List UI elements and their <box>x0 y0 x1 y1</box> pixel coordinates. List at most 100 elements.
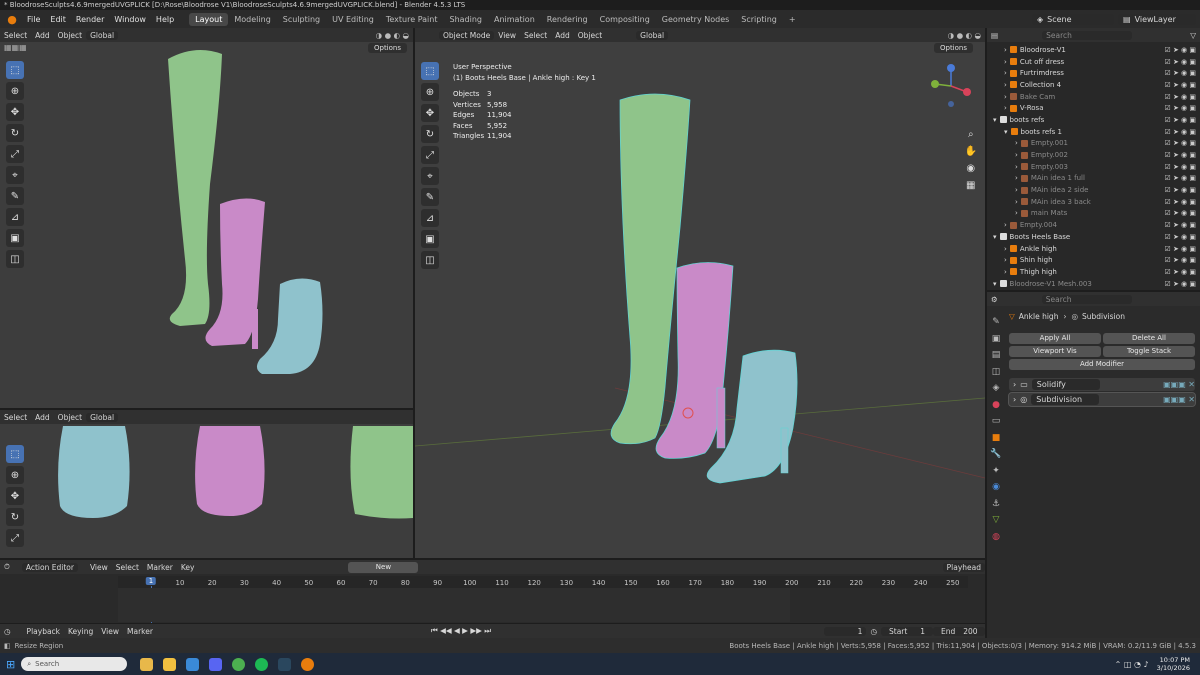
physics-tab-icon[interactable]: ◉ <box>989 479 1003 496</box>
visibility-toggles-icon[interactable]: ☑ ➤ ◉ ▣ <box>1164 186 1196 194</box>
output-tab-icon[interactable]: ▤ <box>989 347 1003 364</box>
constraints-tab-icon[interactable]: ⚓ <box>989 496 1003 513</box>
outliner-row[interactable]: › Collection 4 ☑ ➤ ◉ ▣ <box>987 79 1200 91</box>
menu-render[interactable]: Render <box>71 15 109 24</box>
properties-editor-icon[interactable]: ⚙ <box>987 295 1002 304</box>
scene-tab-icon[interactable]: ◈ <box>989 380 1003 397</box>
view-layer-tab-icon[interactable]: ◫ <box>989 364 1003 381</box>
expand-arrow-icon[interactable]: › <box>1004 46 1007 54</box>
discord-icon[interactable] <box>209 657 223 671</box>
outliner-row[interactable]: › MAin idea 2 side ☑ ➤ ◉ ▣ <box>987 184 1200 196</box>
tab-texture-paint[interactable]: Texture Paint <box>380 13 444 26</box>
tab-modeling[interactable]: Modeling <box>228 13 276 26</box>
collection-tab-icon[interactable]: ▭ <box>989 413 1003 430</box>
outliner-row[interactable]: › Empty.002 ☑ ➤ ◉ ▣ <box>987 149 1200 161</box>
expand-arrow-icon[interactable]: › <box>1004 256 1007 264</box>
outliner-row[interactable]: › Bake Cam ☑ ➤ ◉ ▣ <box>987 91 1200 103</box>
start-frame-field[interactable]: Start 1 <box>881 626 933 636</box>
expand-arrow-icon[interactable]: › <box>1015 139 1018 147</box>
windows-start-icon[interactable]: ⊞ <box>6 658 15 671</box>
tab-scripting[interactable]: Scripting <box>735 13 783 26</box>
viewport-add-menu-bottom[interactable]: Add <box>31 413 54 422</box>
scale-tool-icon[interactable]: ⤢ <box>6 145 24 163</box>
visibility-toggles-icon[interactable]: ☑ ➤ ◉ ▣ <box>1164 81 1196 89</box>
shear-tool-icon[interactable]: ◫ <box>6 250 24 268</box>
expand-arrow-icon[interactable]: › <box>1015 198 1018 206</box>
outliner-row[interactable]: ▾ Boots Heels Base ☑ ➤ ◉ ▣ <box>987 231 1200 243</box>
viewport-object-menu[interactable]: Object <box>54 31 86 40</box>
current-frame-field[interactable]: 1 <box>824 626 867 636</box>
outliner-row[interactable]: › Shin high ☑ ➤ ◉ ▣ <box>987 254 1200 266</box>
expand-arrow-icon[interactable]: ▾ <box>993 116 997 124</box>
viewport-bottom-left[interactable]: Select Add Object Global Options ⬚ ⊕ ✥ ↻… <box>0 410 413 558</box>
taskbar-search[interactable]: ⌕ Search <box>21 657 128 671</box>
viewport-add-menu[interactable]: Add <box>31 31 54 40</box>
toggle-stack-button[interactable]: Toggle Stack <box>1103 346 1195 357</box>
menu-window[interactable]: Window <box>109 15 151 24</box>
viewport-select-menu-bottom[interactable]: Select <box>0 413 31 422</box>
visibility-toggles-icon[interactable]: ☑ ➤ ◉ ▣ <box>1164 93 1196 101</box>
clock[interactable]: 10:07 PM 3/10/2026 <box>1157 656 1190 672</box>
steam-icon[interactable] <box>278 657 292 671</box>
new-action-button[interactable]: New <box>348 561 419 573</box>
outliner-row[interactable]: › Ankle high ☑ ➤ ◉ ▣ <box>987 242 1200 255</box>
options-button[interactable]: Options <box>367 43 407 53</box>
stopwatch-icon[interactable]: ◷ <box>866 627 881 636</box>
cursor-tool-icon[interactable]: ⊕ <box>6 82 24 100</box>
move-tool-icon-bottom[interactable]: ✥ <box>6 487 24 505</box>
transform-tool-icon[interactable]: ⌖ <box>6 166 24 184</box>
expand-arrow-icon[interactable]: › <box>1013 380 1016 389</box>
subdivision-name[interactable]: Subdivision <box>1031 394 1100 405</box>
outliner-row[interactable]: ▾ boots refs 1 ☑ ➤ ◉ ▣ <box>987 125 1200 138</box>
chrome-icon[interactable] <box>232 657 246 671</box>
visibility-toggles-icon[interactable]: ☑ ➤ ◉ ▣ <box>1164 151 1196 159</box>
outliner-row[interactable]: › Cut off dress ☑ ➤ ◉ ▣ <box>987 55 1200 68</box>
select-box-icon[interactable]: ▦▦▦ <box>4 43 27 52</box>
modifier-subdivision[interactable]: › ◎ Subdivision ▣▣▣ ✕ <box>1008 392 1196 407</box>
measure-tool-icon[interactable]: ⊿ <box>6 208 24 226</box>
expand-arrow-icon[interactable]: › <box>1004 221 1007 229</box>
tab-geometry-nodes[interactable]: Geometry Nodes <box>656 13 735 26</box>
visibility-toggles-icon[interactable]: ☑ ➤ ◉ ▣ <box>1164 104 1196 112</box>
ae-select-menu[interactable]: Select <box>112 563 143 572</box>
timeline-marker-menu[interactable]: Marker <box>123 627 157 636</box>
material-tab-icon[interactable]: ◍ <box>989 529 1003 546</box>
expand-arrow-icon[interactable]: › <box>1004 93 1007 101</box>
expand-arrow-icon[interactable]: › <box>1015 151 1018 159</box>
transport-controls-icon[interactable]: ⏮ ◀◀ ◀ ▶ ▶▶ ⏭ <box>427 626 495 636</box>
rotate-tool-icon[interactable]: ↻ <box>6 124 24 142</box>
main-viewport[interactable]: Object Mode View Select Add Object Globa… <box>415 28 985 558</box>
tab-animation[interactable]: Animation <box>488 13 541 26</box>
add-cube-tool-icon[interactable]: ▣ <box>6 229 24 247</box>
outliner-row[interactable]: › Furtrimdress ☑ ➤ ◉ ▣ <box>987 67 1200 79</box>
frame-ruler[interactable]: 1 10 20 30 40 50 60 70 80 90 100 110 120 130 140 150 160… <box>118 576 968 588</box>
modifier-tab-icon[interactable]: 🔧 <box>989 446 1003 463</box>
keyframe-area[interactable] <box>118 588 790 622</box>
shading-buttons-icon[interactable]: ◑ ● ◐ ◒ <box>372 31 413 40</box>
expand-arrow-icon[interactable]: ▾ <box>1004 128 1008 136</box>
expand-arrow-icon[interactable]: › <box>1004 245 1007 253</box>
outliner-row[interactable]: › MAin idea 3 back ☑ ➤ ◉ ▣ <box>987 195 1200 208</box>
expand-arrow-icon[interactable]: ▾ <box>993 280 997 288</box>
store-icon[interactable] <box>186 657 200 671</box>
scene-selector[interactable]: ◈ Scene <box>1032 13 1114 25</box>
expand-arrow-icon[interactable]: › <box>1004 58 1007 66</box>
move-tool-icon[interactable]: ✥ <box>6 103 24 121</box>
keying-menu[interactable]: Keying <box>64 627 97 636</box>
visibility-toggles-icon[interactable]: ☑ ➤ ◉ ▣ <box>1164 174 1196 182</box>
expand-arrow-icon[interactable]: › <box>1004 268 1007 276</box>
tab-shading[interactable]: Shading <box>443 13 488 26</box>
add-modifier-button[interactable]: Add Modifier <box>1009 359 1195 370</box>
outliner-row[interactable]: ▾ Bloodrose-V1 Mesh.003 ☑ ➤ ◉ ▣ <box>987 278 1200 290</box>
visibility-toggles-icon[interactable]: ☑ ➤ ◉ ▣ <box>1164 198 1196 206</box>
visibility-toggles-icon[interactable]: ☑ ➤ ◉ ▣ <box>1164 116 1196 124</box>
render-tab-icon[interactable]: ▣ <box>989 331 1003 348</box>
expand-arrow-icon[interactable]: ▾ <box>993 233 997 241</box>
modifier-toggle-icons[interactable]: ▣▣▣ ✕ <box>1163 395 1195 404</box>
widgets-icon[interactable] <box>140 657 154 671</box>
tab-compositing[interactable]: Compositing <box>594 13 656 26</box>
data-tab-icon[interactable]: ▽ <box>989 512 1003 529</box>
outliner-row[interactable]: › main Mats ☑ ➤ ◉ ▣ <box>987 208 1200 220</box>
solidify-name[interactable]: Solidify <box>1031 379 1100 390</box>
visibility-toggles-icon[interactable]: ☑ ➤ ◉ ▣ <box>1164 69 1196 77</box>
